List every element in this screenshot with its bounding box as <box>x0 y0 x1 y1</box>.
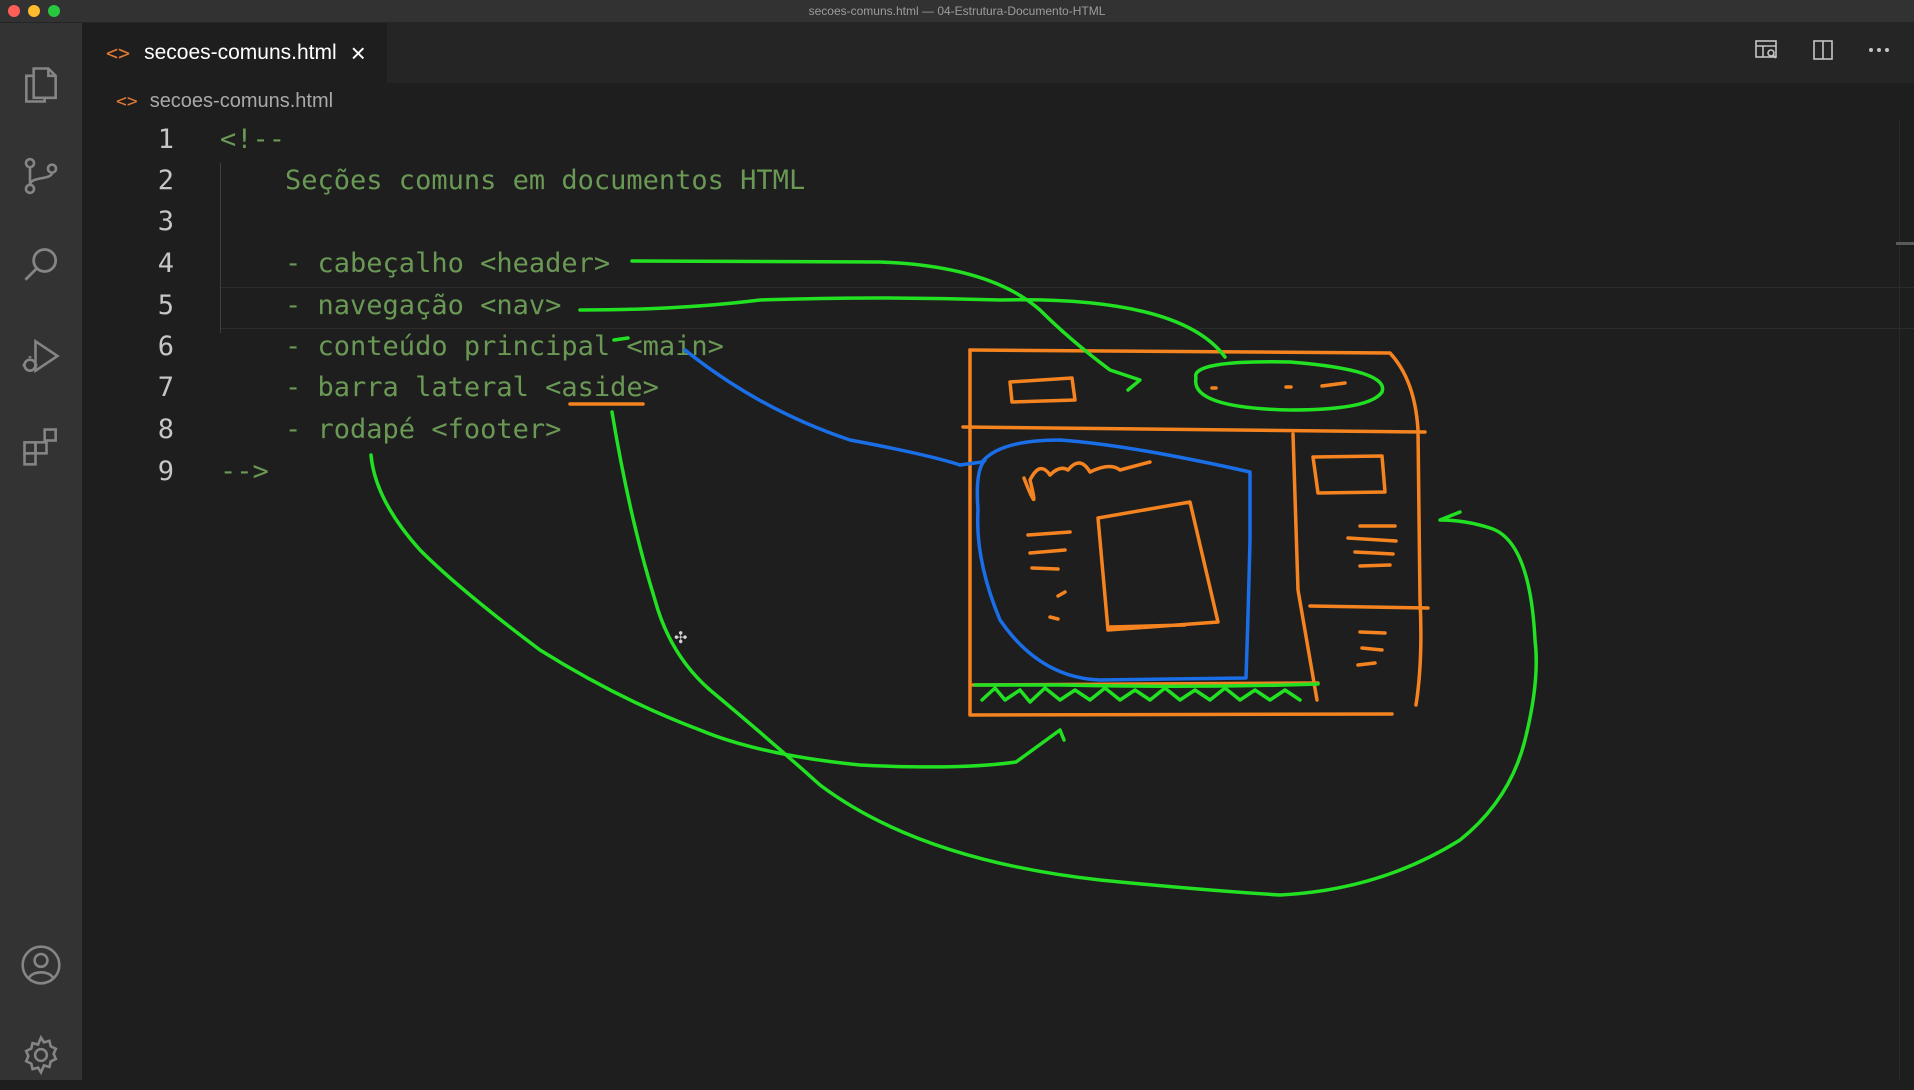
open-preview-icon[interactable] <box>1752 38 1782 69</box>
line-number: 2 <box>157 165 174 196</box>
code-line: 6 - conteúdo principal <main> <box>82 326 1914 367</box>
line-text: - cabeçalho <header> <box>220 248 611 279</box>
line-text: - conteúdo principal <main> <box>220 331 724 362</box>
line-text: - rodapé <footer> <box>220 414 562 445</box>
line-number: 6 <box>157 331 174 362</box>
search-icon[interactable] <box>0 231 82 301</box>
maximize-window-button[interactable] <box>48 5 60 17</box>
line-text: <!-- <box>220 124 286 155</box>
editor-actions <box>1752 23 1894 83</box>
line-number: 5 <box>157 290 174 321</box>
activity-bar <box>0 23 82 1080</box>
code-line: 7 - barra lateral <aside> <box>82 367 1914 408</box>
tab-secoes-comuns[interactable]: <> secoes-comuns.html × <box>82 23 387 83</box>
source-control-icon[interactable] <box>0 141 82 211</box>
tab-label: secoes-comuns.html <box>144 41 337 64</box>
html-file-icon: <> <box>106 41 131 65</box>
line-number: 4 <box>157 248 174 279</box>
run-debug-icon[interactable] <box>0 321 82 391</box>
line-number: 7 <box>157 372 174 403</box>
crosshair-cursor-icon: ✣ <box>674 630 688 647</box>
line-text: --> <box>220 456 269 487</box>
line-number: 8 <box>157 414 174 445</box>
extensions-icon[interactable] <box>0 411 82 481</box>
split-editor-icon[interactable] <box>1808 38 1838 69</box>
files-icon[interactable] <box>0 50 82 120</box>
line-number: 3 <box>157 206 174 237</box>
code-line: 5 - navegação <nav> <box>82 285 1914 326</box>
tab-bar: <> secoes-comuns.html × <box>82 23 1914 83</box>
account-icon[interactable] <box>0 930 82 1000</box>
code-editor[interactable]: 1 <!-- 2 Seções comuns em documentos HTM… <box>82 119 1914 1080</box>
window-controls <box>8 5 60 17</box>
line-text: Seções comuns em documentos HTML <box>220 165 806 196</box>
html-file-icon: <> <box>116 90 138 112</box>
window-title: secoes-comuns.html — 04-Estrutura-Docume… <box>808 4 1106 18</box>
breadcrumb: <> secoes-comuns.html <box>82 83 1914 119</box>
breadcrumb-item[interactable]: secoes-comuns.html <box>150 90 333 113</box>
code-line: 2 Seções comuns em documentos HTML <box>82 160 1914 201</box>
close-tab-icon[interactable]: × <box>351 38 366 69</box>
line-text: - navegação <nav> <box>220 290 562 321</box>
line-number: 1 <box>157 124 174 155</box>
code-line: 3 <box>82 201 1914 242</box>
line-number: 9 <box>157 456 174 487</box>
line-text: - barra lateral <aside> <box>220 372 659 403</box>
code-line: 4 - cabeçalho <header> <box>82 243 1914 284</box>
close-window-button[interactable] <box>8 5 20 17</box>
code-line: 1 <!-- <box>82 119 1914 160</box>
code-line: 8 - rodapé <footer> <box>82 409 1914 450</box>
more-actions-icon[interactable] <box>1864 38 1894 69</box>
minimize-window-button[interactable] <box>28 5 40 17</box>
title-bar: secoes-comuns.html — 04-Estrutura-Docume… <box>0 0 1914 23</box>
code-line: 9 --> <box>82 451 1914 492</box>
